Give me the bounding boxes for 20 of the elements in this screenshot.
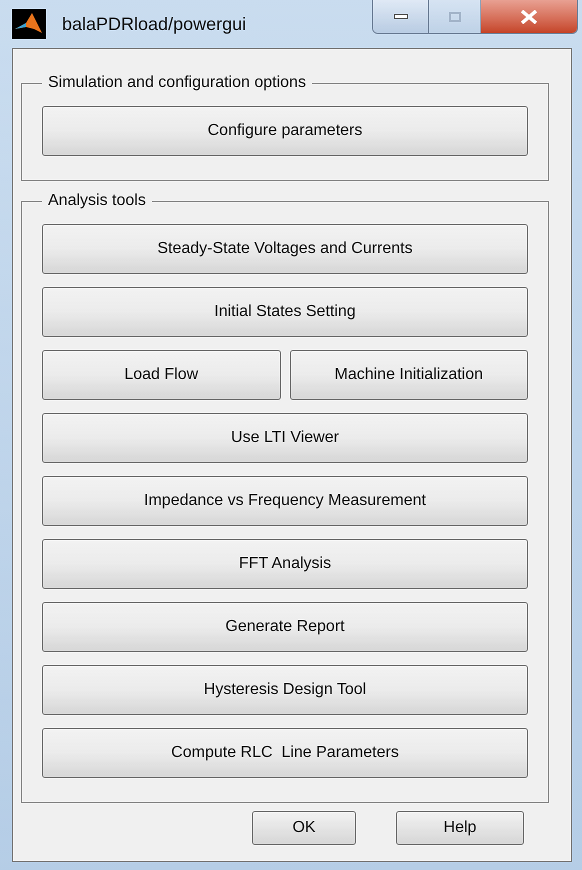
window-title: balaPDRload/powergui xyxy=(62,12,246,36)
action-button[interactable]: Hysteresis Design Tool xyxy=(42,665,528,715)
action-button[interactable]: Steady-State Voltages and Currents xyxy=(42,224,528,274)
action-button[interactable]: Configure parameters xyxy=(42,106,528,156)
group-title: Simulation and configuration options xyxy=(42,73,312,93)
dialog-button[interactable]: Help xyxy=(396,811,524,845)
action-button[interactable]: Load Flow xyxy=(42,350,280,400)
action-button[interactable]: Generate Report xyxy=(42,602,528,652)
minimize-button[interactable] xyxy=(373,0,429,33)
action-button[interactable]: Impedance vs Frequency Measurement xyxy=(42,476,528,526)
close-icon xyxy=(520,10,538,24)
group-title: Analysis tools xyxy=(42,191,152,211)
dialog-button[interactable]: OK xyxy=(252,811,356,845)
action-button[interactable]: Use LTI Viewer xyxy=(42,413,528,463)
action-button[interactable]: FFT Analysis xyxy=(42,539,528,589)
app-logo-icon xyxy=(12,9,46,39)
action-button[interactable]: Compute RLC Line Parameters xyxy=(42,728,528,778)
action-button[interactable]: Machine Initialization xyxy=(290,350,528,400)
close-button[interactable] xyxy=(481,0,577,33)
action-button[interactable]: Initial States Setting xyxy=(42,287,528,337)
